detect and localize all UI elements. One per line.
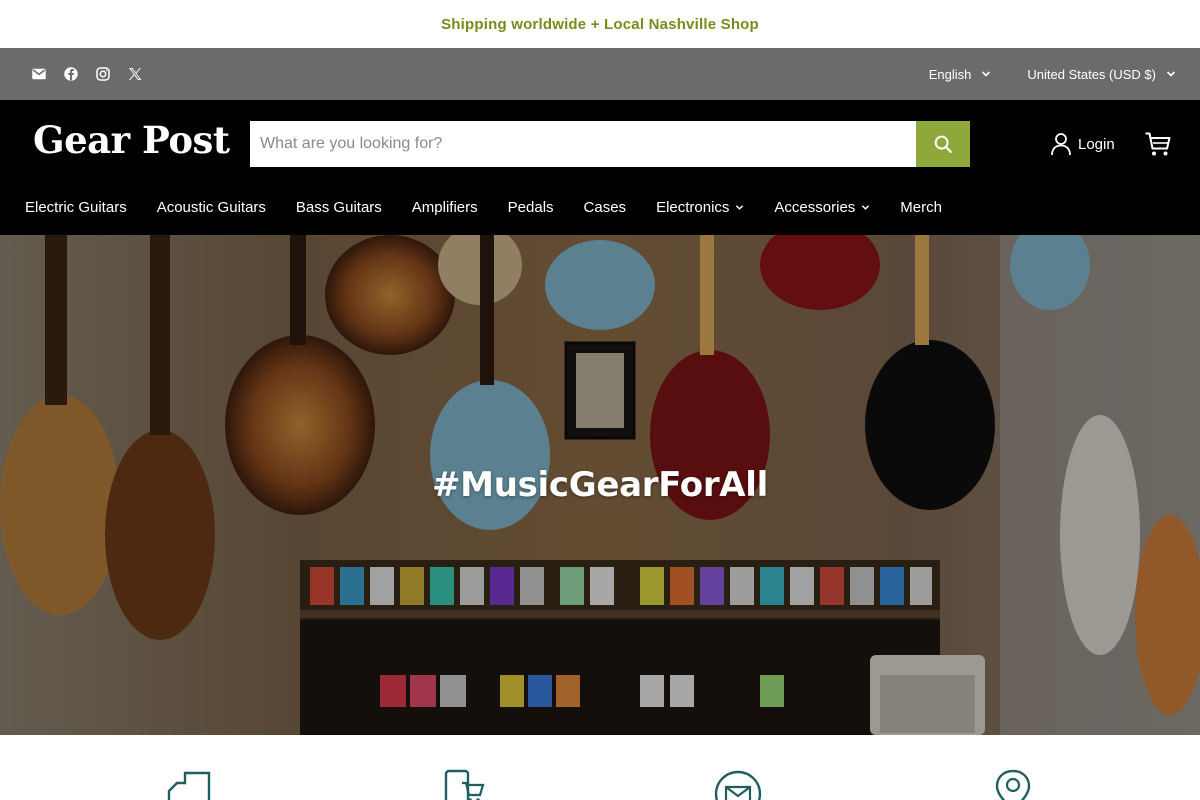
user-icon (1051, 133, 1071, 156)
social-links (30, 65, 144, 83)
nav-pedals[interactable]: Pedals (508, 199, 554, 216)
currency-label: United States (USD $) (1027, 66, 1156, 82)
nav-electric-guitars[interactable]: Electric Guitars (25, 199, 127, 216)
currency-selector[interactable]: United States (USD $) (1027, 67, 1176, 82)
search-input[interactable] (250, 121, 916, 167)
login-label: Login (1078, 135, 1115, 153)
search-bar (250, 121, 970, 167)
location-pin-icon (995, 769, 1031, 800)
nav-label: Acoustic Guitars (156, 198, 266, 216)
email-icon (714, 770, 762, 800)
nav-bass-guitars[interactable]: Bass Guitars (296, 199, 382, 216)
main-nav: Electric Guitars Acoustic Guitars Bass G… (25, 196, 972, 218)
instagram-icon[interactable] (94, 65, 112, 83)
features-strip (0, 735, 1200, 800)
hero-banner[interactable]: #MusicGearForAll (0, 235, 1200, 735)
chevron-down-icon (736, 204, 744, 210)
login-link[interactable]: Login (1050, 132, 1115, 156)
nav-merch[interactable]: Merch (900, 199, 942, 216)
x-icon[interactable] (126, 65, 144, 83)
announcement-text: Shipping worldwide + Local Nashville Sho… (441, 15, 759, 33)
chevron-down-icon (982, 71, 991, 77)
chevron-down-icon (862, 204, 870, 210)
cart-icon[interactable] (1144, 130, 1172, 158)
nav-label: Pedals (507, 198, 554, 216)
email-icon[interactable] (30, 65, 48, 83)
site-logo[interactable]: Gear Post (33, 118, 230, 162)
nav-accessories[interactable]: Accessories (774, 199, 870, 216)
nav-label: Electric Guitars (25, 198, 127, 216)
announcement-bar: Shipping worldwide + Local Nashville Sho… (0, 0, 1200, 48)
shipping-icon (167, 771, 211, 800)
chevron-down-icon (1166, 71, 1176, 77)
nav-label: Bass Guitars (295, 198, 382, 216)
nav-label: Merch (900, 198, 942, 216)
nav-electronics[interactable]: Electronics (656, 199, 744, 216)
search-button[interactable] (916, 121, 970, 167)
nav-acoustic-guitars[interactable]: Acoustic Guitars (157, 199, 266, 216)
nav-amplifiers[interactable]: Amplifiers (412, 199, 478, 216)
language-selector[interactable]: English (929, 67, 992, 82)
locale-selectors: English United States (USD $) (929, 67, 1176, 82)
mobile-shop-icon (444, 769, 485, 800)
nav-cases[interactable]: Cases (584, 199, 627, 216)
nav-label: Electronics (656, 198, 730, 216)
utility-bar: English United States (USD $) (0, 48, 1200, 100)
hero-title: #MusicGearForAll (431, 465, 769, 505)
search-icon (934, 135, 952, 153)
nav-label: Amplifiers (411, 198, 478, 216)
facebook-icon[interactable] (62, 65, 80, 83)
nav-label: Cases (583, 198, 627, 216)
nav-label: Accessories (774, 198, 856, 216)
language-label: English (928, 66, 972, 82)
